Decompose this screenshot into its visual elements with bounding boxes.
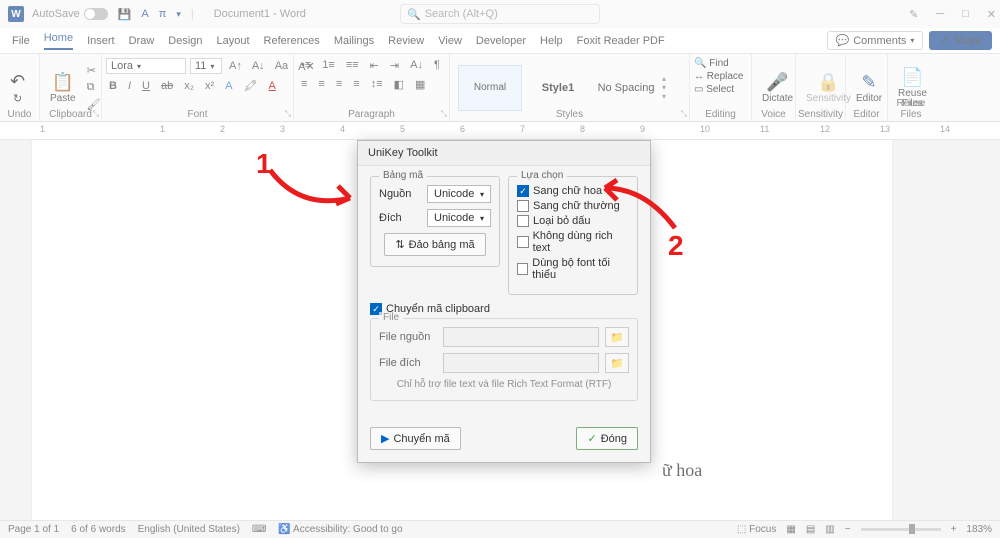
checkbox-icon [517,215,529,227]
luachon-fieldset: Lựa chọn ✓Sang chữ hoa Sang chữ thường L… [508,176,638,295]
chuyenma-button[interactable]: ▶Chuyển mã [370,427,461,450]
file-dich-browse[interactable]: 📁 [605,353,629,373]
check-icon: ✓ [587,432,596,445]
bangma-fieldset: Bảng mã Nguồn Unicode▾ Đích Unicode▾ ⇅Đả… [370,176,500,267]
folder-icon: 📁 [610,357,624,370]
file-dich-label: File đích [379,357,437,369]
dong-button[interactable]: ✓Đóng [576,427,638,450]
file-nguon-input[interactable] [443,327,599,347]
file-fieldset: File File nguồn 📁 File đích 📁 Chỉ hỗ trợ… [370,318,638,401]
opt-bo-font-toi-thieu[interactable]: Dùng bộ font tối thiểu [517,257,629,281]
opt-sang-chu-hoa[interactable]: ✓Sang chữ hoa [517,185,629,197]
checkbox-icon: ✓ [517,185,529,197]
dich-combo[interactable]: Unicode▾ [427,209,491,227]
file-dich-input[interactable] [443,353,599,373]
opt-khong-rich-text[interactable]: Không dùng rich text [517,230,629,254]
chuyen-ma-clipboard[interactable]: ✓Chuyển mã clipboard [370,303,638,315]
folder-icon: 📁 [610,331,624,344]
luachon-legend: Lựa chọn [517,170,567,181]
bangma-legend: Bảng mã [379,170,427,181]
nguon-combo[interactable]: Unicode▾ [427,185,491,203]
dialog-title: UniKey Toolkit [358,141,650,166]
play-icon: ▶ [381,432,389,445]
opt-sang-chu-thuong[interactable]: Sang chữ thường [517,200,629,212]
file-nguon-label: File nguồn [379,331,437,343]
unikey-dialog: UniKey Toolkit Bảng mã Nguồn Unicode▾ Đí… [357,140,651,463]
file-note: Chỉ hỗ trợ file text và file Rich Text F… [379,379,629,390]
dich-label: Đích [379,212,421,224]
chevron-down-icon: ▾ [480,190,484,199]
checkbox-icon [517,200,529,212]
checkbox-icon [517,236,529,248]
nguon-label: Nguồn [379,188,421,200]
file-nguon-browse[interactable]: 📁 [605,327,629,347]
file-legend: File [379,312,403,323]
checkbox-icon [517,263,528,275]
swap-icon: ⇅ [395,238,404,251]
opt-loai-bo-dau[interactable]: Loại bỏ dấu [517,215,629,227]
daobangma-button[interactable]: ⇅Đảo bảng mã [384,233,485,256]
chevron-down-icon: ▾ [480,214,484,223]
